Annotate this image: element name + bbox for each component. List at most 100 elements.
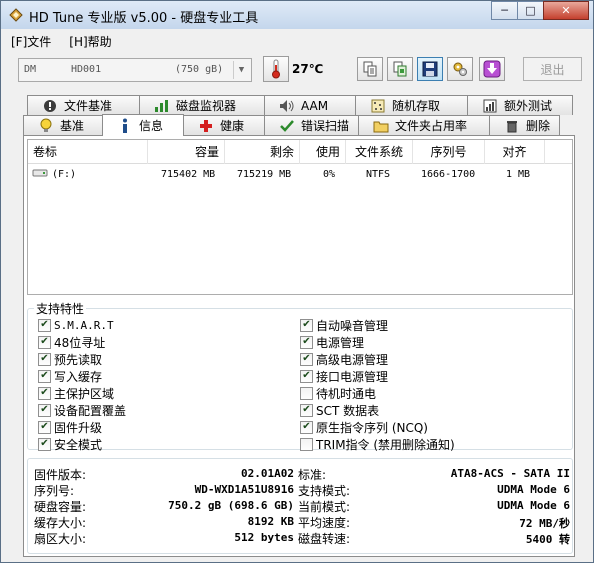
menu-bar: [F]文件 [H]帮助 <box>9 31 114 51</box>
info-value: 512 bytes <box>234 531 294 544</box>
chevron-down-icon[interactable]: ▼ <box>233 61 249 79</box>
copy-button[interactable] <box>357 57 383 81</box>
feature-checkbox[interactable]: ✔ <box>38 369 51 383</box>
feature-label: 自动噪音管理 <box>316 318 389 333</box>
column-filesystem[interactable]: 文件系统 <box>346 140 413 164</box>
volume-used: 0% <box>323 169 336 180</box>
tab-label: 随机存取 <box>392 99 441 113</box>
copy-icon <box>363 61 377 77</box>
health-cross-icon <box>198 118 214 134</box>
column-capacity[interactable]: 容量 <box>148 140 225 164</box>
feature-right-4[interactable]: 待机时通电 <box>300 385 376 401</box>
save-button[interactable] <box>417 57 443 81</box>
tab-benchmark[interactable]: 基准 <box>23 115 103 135</box>
feature-label: 固件升级 <box>54 420 103 435</box>
options-button[interactable] <box>447 57 473 81</box>
disk-monitor-icon <box>154 98 170 114</box>
feature-checkbox[interactable] <box>300 437 313 451</box>
feature-label: 安全模式 <box>54 437 103 452</box>
info-value: ATA8-ACS - SATA II <box>450 467 570 480</box>
tab-random-access[interactable]: 随机存取 <box>355 95 468 115</box>
column-serial[interactable]: 序列号 <box>413 140 485 164</box>
feature-label: S.M.A.R.T <box>54 318 114 332</box>
tab-erase[interactable]: 删除 <box>489 115 560 135</box>
tab-extra-tests[interactable]: 额外测试 <box>467 95 573 115</box>
tab-aam[interactable]: AAM <box>264 95 356 115</box>
feature-checkbox[interactable]: ✔ <box>38 386 51 400</box>
exit-button[interactable]: 退出 <box>523 57 582 81</box>
feature-left-1[interactable]: ✔ 48位寻址 <box>38 334 105 350</box>
feature-left-6[interactable]: ✔ 固件升级 <box>38 419 102 435</box>
volume-list-header: 卷标 容量 剩余 使用 文件系统 序列号 对齐 <box>28 140 572 164</box>
feature-left-2[interactable]: ✔ 预先读取 <box>38 351 102 367</box>
info-value: UDMA Mode 6 <box>497 499 570 512</box>
info-label: 硬盘容量: <box>34 500 87 514</box>
column-alignment[interactable]: 对齐 <box>485 140 545 164</box>
feature-right-7[interactable]: TRIM指令 (禁用删除通知) <box>300 436 455 452</box>
tab-error-scan[interactable]: 错误扫描 <box>264 115 359 135</box>
feature-left-0[interactable]: ✔ S.M.A.R.T <box>38 317 114 333</box>
tab-health[interactable]: 健康 <box>183 115 265 135</box>
feature-right-6[interactable]: ✔ 原生指令序列 (NCQ) <box>300 419 428 435</box>
tab-disk-monitor[interactable]: 磁盘监视器 <box>139 95 265 115</box>
column-used[interactable]: 使用 <box>300 140 346 164</box>
feature-checkbox[interactable]: ✔ <box>300 420 313 434</box>
volume-label: (F:) <box>52 169 77 180</box>
tab-label: 文件基准 <box>64 99 113 113</box>
tab-folder-usage[interactable]: 文件夹占用率 <box>358 115 490 135</box>
volume-list[interactable]: 卷标 容量 剩余 使用 文件系统 序列号 对齐 (F:) 715402 MB 7… <box>27 139 573 295</box>
feature-checkbox[interactable]: ✔ <box>300 318 313 332</box>
info-value: 72 MB/秒 <box>519 517 570 530</box>
minimize-button[interactable]: ─ <box>491 1 518 20</box>
feature-left-4[interactable]: ✔ 主保护区域 <box>38 385 114 401</box>
maximize-button[interactable]: □ <box>517 1 544 20</box>
tab-row-bottom: 基准 信息 健康 错误扫描 文件夹占用率 删除 <box>23 114 560 136</box>
close-button[interactable]: ✕ <box>543 1 589 20</box>
tab-label: 磁盘监视器 <box>176 99 237 113</box>
tab-file-benchmark[interactable]: 文件基准 <box>27 95 140 115</box>
feature-right-0[interactable]: ✔ 自动噪音管理 <box>300 317 388 333</box>
tab-info[interactable]: 信息 <box>102 114 184 136</box>
feature-checkbox[interactable]: ✔ <box>300 335 313 349</box>
feature-checkbox[interactable] <box>300 386 313 400</box>
info-value: UDMA Mode 6 <box>497 483 570 496</box>
speaker-icon <box>279 98 295 114</box>
feature-checkbox[interactable]: ✔ <box>38 437 51 451</box>
feature-checkbox[interactable]: ✔ <box>38 335 51 349</box>
feature-checkbox[interactable]: ✔ <box>300 403 313 417</box>
download-button[interactable] <box>479 57 505 81</box>
copy-screenshot-button[interactable] <box>387 57 413 81</box>
column-free[interactable]: 剩余 <box>225 140 300 164</box>
feature-right-5[interactable]: ✔ SCT 数据表 <box>300 402 379 418</box>
features-group: 支持特性 ✔ S.M.A.R.T ✔ 48位寻址 ✔ 预先读取 ✔ 写入缓存 ✔ 主保护区域 ✔ 设备… <box>27 300 573 452</box>
feature-checkbox[interactable]: ✔ <box>38 352 51 366</box>
feature-right-3[interactable]: ✔ 接口电源管理 <box>300 368 388 384</box>
column-volume[interactable]: 卷标 <box>28 140 148 164</box>
feature-checkbox[interactable]: ✔ <box>300 369 313 383</box>
download-icon <box>483 60 501 78</box>
feature-checkbox[interactable]: ✔ <box>300 352 313 366</box>
feature-right-1[interactable]: ✔ 电源管理 <box>300 334 364 350</box>
feature-left-7[interactable]: ✔ 安全模式 <box>38 436 102 452</box>
drive-select[interactable]: DM HD001 (750 gB) ▼ <box>18 58 252 82</box>
tab-label: AAM <box>301 98 329 113</box>
volume-row[interactable]: (F:) 715402 MB 715219 MB 0% NTFS 1666-17… <box>28 166 572 184</box>
feature-checkbox[interactable]: ✔ <box>38 420 51 434</box>
feature-checkbox[interactable]: ✔ <box>38 318 51 332</box>
info-value: WD-WXD1A51U8916 <box>194 483 294 496</box>
title-bar[interactable]: HD Tune 专业版 v5.00 - 硬盘专业工具 ─ □ ✕ <box>1 1 593 29</box>
feature-label: 高级电源管理 <box>316 352 389 367</box>
feature-right-2[interactable]: ✔ 高级电源管理 <box>300 351 388 367</box>
drive-model-name: HD001 <box>71 64 102 75</box>
volume-serial: 1666-1700 <box>421 169 476 180</box>
thermometer-button[interactable] <box>263 56 289 82</box>
menu-file[interactable]: [F]文件 <box>9 32 53 51</box>
feature-left-3[interactable]: ✔ 写入缓存 <box>38 368 102 384</box>
options-icon <box>453 62 467 76</box>
window-title: HD Tune 专业版 v5.00 - 硬盘专业工具 <box>29 11 259 26</box>
info-value: 8192 KB <box>247 515 294 528</box>
feature-label: 主保护区域 <box>54 386 115 401</box>
feature-checkbox[interactable]: ✔ <box>38 403 51 417</box>
menu-help[interactable]: [H]帮助 <box>67 32 113 51</box>
feature-left-5[interactable]: ✔ 设备配置覆盖 <box>38 402 126 418</box>
